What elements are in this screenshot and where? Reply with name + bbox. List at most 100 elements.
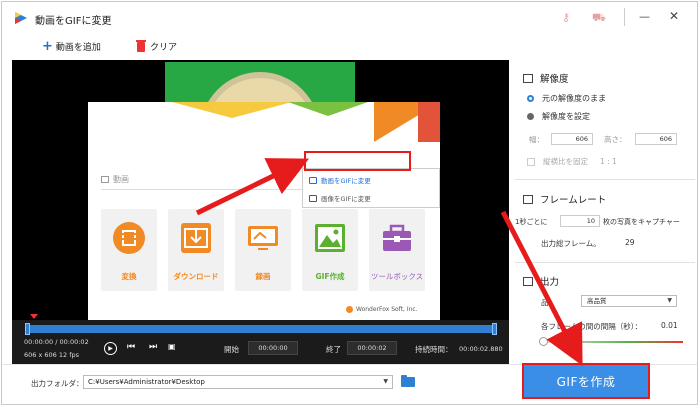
- timeline-track[interactable]: [28, 325, 494, 333]
- framerate-icon: [523, 194, 533, 204]
- height-label: 高さ：: [604, 135, 627, 144]
- framerate-title-text: フレームレート: [540, 195, 607, 206]
- keep-ratio-checkbox[interactable]: 縦横比を固定 1 : 1: [527, 156, 617, 167]
- trim-end-handle[interactable]: [492, 323, 497, 335]
- tile-gif-maker: GIF作成: [302, 209, 358, 291]
- chevron-down-icon[interactable]: ▼: [383, 376, 388, 388]
- width-input[interactable]: 606: [551, 133, 593, 145]
- tile-convert: 変換: [101, 209, 157, 291]
- framerate-title: フレームレート: [523, 192, 606, 206]
- app-window: 動画をGIFに変更 ⚷ ⛟ — ✕ + 動画を追加 クリア 動画 変換 ダウンロ…: [1, 1, 698, 405]
- previous-frame-icon[interactable]: ⏮: [127, 342, 135, 352]
- folder-icon[interactable]: [401, 375, 415, 387]
- window-title: 動画をGIFに変更: [35, 16, 112, 27]
- interval-slider-track[interactable]: [543, 341, 683, 343]
- menu-item-video-to-gif[interactable]: 動画をGIFに変更: [309, 175, 371, 185]
- decor-triangle: [288, 102, 368, 116]
- height-input[interactable]: 606: [635, 133, 677, 145]
- playhead[interactable]: [30, 314, 38, 319]
- quality-select[interactable]: 高品質 ▼: [581, 295, 677, 307]
- video-info: 606 x 606 12 fps: [24, 351, 79, 359]
- brand-text: WonderFox Soft, Inc.: [356, 306, 418, 313]
- brand-footer: WonderFox Soft, Inc.: [346, 306, 418, 313]
- snapshot-icon[interactable]: ▣: [168, 342, 176, 351]
- menu-item-label: 動画をGIFに変更: [321, 177, 371, 185]
- radio-unselected-icon: [527, 113, 534, 120]
- tile-label: ダウンロード: [173, 272, 219, 281]
- video-icon: [309, 176, 317, 184]
- output-folder-label: 出力フォルダ：: [31, 379, 84, 388]
- end-label: 終了: [326, 345, 341, 354]
- radio-label: 解像度を設定: [542, 112, 590, 121]
- preview-frame: 動画 変換 ダウンロード 録画 GIF作成 ツールボックス WonderFox …: [88, 102, 440, 320]
- panel-divider: [515, 179, 695, 180]
- resolution-icon: [523, 73, 533, 83]
- trash-icon: [136, 39, 146, 52]
- add-video-label: 動画を追加: [55, 43, 101, 53]
- title-bar: 動画をGIFに変更 ⚷ ⛟ — ✕: [2, 2, 697, 32]
- radio-label: 元の解像度のまま: [542, 94, 606, 103]
- convert-icon: [113, 222, 145, 254]
- image-icon: [315, 224, 345, 252]
- total-frames-label: 出力総フレーム。: [541, 239, 601, 248]
- resolution-title: 解像度: [523, 71, 569, 85]
- keep-ratio-label: 縦横比を固定: [543, 157, 588, 166]
- screen-record-icon: [248, 226, 278, 250]
- play-button[interactable]: ▶: [104, 342, 117, 355]
- tile-label: 録画: [255, 272, 271, 281]
- framerate-input[interactable]: 10: [560, 215, 600, 227]
- menu-item-image-to-gif[interactable]: 画像をGIFに変更: [309, 193, 371, 203]
- output-folder-path: C:¥Users¥Administrator¥Desktop: [88, 378, 205, 386]
- decor-triangle: [172, 102, 292, 118]
- tile-label: 変換: [121, 272, 137, 281]
- duration-label: 持続時間：: [415, 345, 453, 354]
- output-title: 出力: [523, 274, 559, 288]
- tile-record: 録画: [235, 209, 291, 291]
- duration-value: 00:00:02.880: [459, 345, 503, 353]
- video-player[interactable]: 動画 変換 ダウンロード 録画 GIF作成 ツールボックス WonderFox …: [12, 60, 509, 364]
- clear-button[interactable]: クリア: [136, 39, 177, 53]
- toolbar: + 動画を追加 クリア: [2, 32, 697, 60]
- radio-keep-original[interactable]: 元の解像度のまま: [527, 93, 606, 104]
- chevron-down-icon: ▼: [667, 297, 672, 304]
- resolution-title-text: 解像度: [540, 74, 569, 85]
- total-frames-value: 29: [625, 238, 635, 247]
- menu-item-label: 画像をGIFに変更: [321, 195, 371, 203]
- key-icon[interactable]: ⚷: [562, 11, 570, 24]
- ratio-value: 1 : 1: [600, 157, 617, 166]
- decor-block: [418, 102, 440, 142]
- add-video-button[interactable]: + 動画を追加: [42, 40, 101, 54]
- current-time: 00:00:00 / 00:00:02: [24, 338, 89, 346]
- radio-selected-icon: [527, 95, 534, 102]
- tile-label: ツールボックス: [370, 272, 424, 281]
- tile-download: ダウンロード: [168, 209, 224, 291]
- next-frame-icon[interactable]: ⏭: [149, 342, 157, 352]
- output-folder-input[interactable]: C:¥Users¥Administrator¥Desktop ▼: [83, 375, 393, 389]
- end-time-field[interactable]: 00:00:02: [347, 341, 397, 355]
- toolbox-icon: [383, 224, 411, 251]
- video-section-text: 動画: [113, 175, 129, 184]
- create-gif-highlight: [522, 363, 650, 399]
- gif-submenu: 動画をGIFに変更 画像をGIFに変更: [302, 168, 440, 208]
- interval-slider-handle[interactable]: [539, 337, 548, 346]
- app-logo-icon: [15, 12, 27, 24]
- download-icon: [181, 223, 211, 253]
- panel-divider: [515, 262, 695, 263]
- close-button[interactable]: ✕: [669, 9, 679, 23]
- interval-label: 各フレームの間の間隔（秒）：: [541, 322, 643, 331]
- menu-item-highlight: [304, 151, 411, 171]
- width-label: 幅：: [529, 135, 544, 144]
- fr-suffix: 枚の写真をキャプチャー: [603, 218, 680, 226]
- start-label: 開始: [224, 345, 239, 354]
- start-time-field[interactable]: 00:00:00: [248, 341, 298, 355]
- cart-icon[interactable]: ⛟: [592, 11, 606, 26]
- output-icon: [523, 276, 533, 286]
- radio-set-resolution[interactable]: 解像度を設定: [527, 111, 590, 122]
- settings-panel: 解像度 元の解像度のまま 解像度を設定 幅： 606 高さ： 606 縦横比を固…: [509, 60, 697, 364]
- trim-start-handle[interactable]: [25, 323, 30, 335]
- quality-value: 高品質: [587, 297, 607, 305]
- video-section-label: 動画: [101, 174, 129, 185]
- checkbox-icon: [527, 157, 535, 166]
- minimize-button[interactable]: —: [639, 10, 650, 23]
- title-divider: [624, 8, 625, 26]
